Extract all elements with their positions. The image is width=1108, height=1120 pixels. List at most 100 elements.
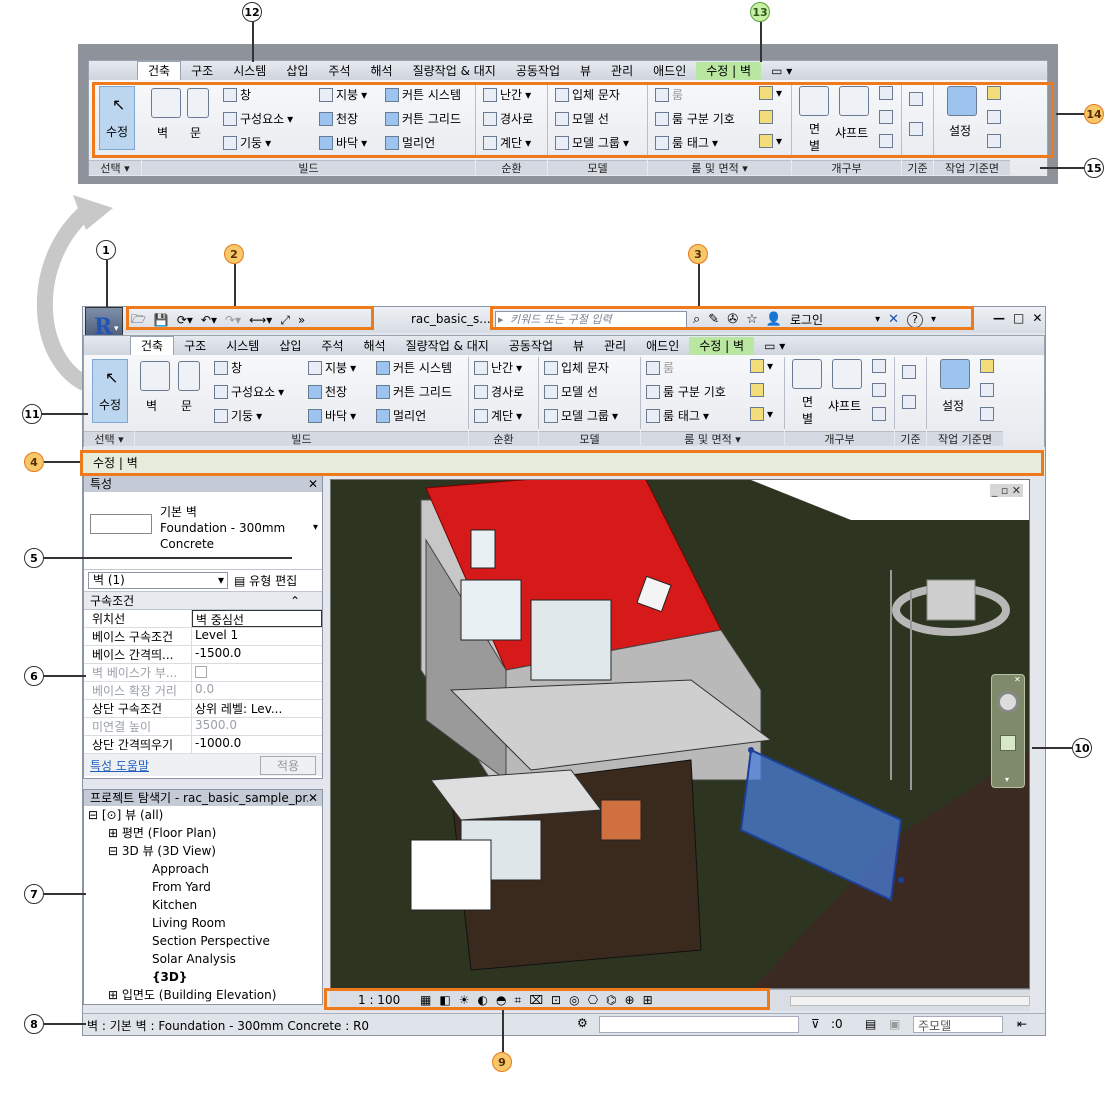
minimize-icon[interactable]: — [993, 311, 1005, 325]
ribbon-minimize-button-main[interactable]: ▭ ▾ [754, 337, 795, 355]
tree-node-floor-plan[interactable]: ⊞ 평면 (Floor Plan) [88, 824, 322, 842]
wall-icon-main[interactable] [140, 361, 170, 391]
tree-leaf[interactable]: From Yard [88, 878, 322, 896]
viewport-close-icon[interactable]: ✕ [1012, 484, 1021, 497]
by-face-icon-main[interactable] [792, 359, 822, 389]
tab-systems[interactable]: 시스템 [223, 62, 276, 80]
instance-selector[interactable]: 벽 (1) ▾ [88, 572, 228, 589]
tab-insert[interactable]: 삽입 [276, 62, 318, 80]
tree-leaf-current[interactable]: {3D} [88, 968, 322, 986]
editable-only-icon[interactable]: ▤ [865, 1017, 876, 1031]
prop-row[interactable]: 미연결 높이 3500.0 [84, 718, 322, 736]
floor-button-main[interactable]: 바닥 ▾ [308, 407, 356, 424]
panel-title-select[interactable]: 선택 ▾ [89, 160, 141, 175]
tab-view[interactable]: 뷰 [570, 62, 601, 80]
prop-row[interactable]: 베이스 간격띄... -1500.0 [84, 646, 322, 664]
tab-manage[interactable]: 관리 [601, 62, 643, 80]
viewport-restore-icon[interactable]: ▫ [1001, 484, 1008, 497]
tree-leaf[interactable]: Section Perspective [88, 932, 322, 950]
nav-close-icon[interactable]: ✕ [1014, 675, 1021, 684]
tab-massing[interactable]: 질량작업 & 대지 [403, 62, 506, 80]
main-model-label[interactable]: 주모델 [913, 1016, 1003, 1033]
wall-opening-button-main[interactable] [872, 359, 886, 373]
component-button-main[interactable]: 구성요소 ▾ [214, 383, 284, 400]
tab-analyze[interactable]: 해석 [361, 62, 403, 80]
tree-leaf[interactable]: Living Room [88, 914, 322, 932]
mullion-button-main[interactable]: 멀리언 [376, 407, 426, 424]
close-icon[interactable]: ✕ [1032, 311, 1042, 325]
tab-insert-main[interactable]: 삽입 [269, 337, 311, 355]
constraints-header[interactable]: 구속조건 ⌃ [84, 592, 322, 610]
zoom-region-icon[interactable] [1000, 735, 1016, 751]
vertical-opening-button-main[interactable] [872, 383, 886, 397]
maximize-icon[interactable]: □ [1013, 311, 1024, 325]
tab-analyze-main[interactable]: 해석 [354, 337, 396, 355]
prop-row[interactable]: 위치선 벽 중심선 [84, 610, 322, 628]
tree-leaf[interactable]: Solar Analysis [88, 950, 322, 968]
window-button-main[interactable]: 창 [214, 359, 242, 376]
tab-systems-main[interactable]: 시스템 [216, 337, 269, 355]
railing-button-main[interactable]: 난간 ▾ [474, 359, 522, 376]
model-line-button-main[interactable]: 모델 선 [544, 383, 598, 400]
prop-row[interactable]: 베이스 구속조건 Level 1 [84, 628, 322, 646]
modify-button-main[interactable]: ↖ 수정 [92, 359, 128, 423]
properties-help-link[interactable]: 특성 도움말 [90, 757, 149, 774]
shaft-icon-main[interactable] [832, 359, 862, 389]
tab-collaborate[interactable]: 공동작업 [506, 62, 570, 80]
tab-structure-main[interactable]: 구조 [174, 337, 216, 355]
ribbon-minimize-button[interactable]: ▭ ▾ [761, 62, 802, 80]
viewer-button-main[interactable] [980, 407, 994, 421]
properties-close-icon[interactable]: ✕ [308, 476, 318, 492]
design-option-field[interactable] [599, 1016, 799, 1033]
prop-checkbox[interactable] [195, 666, 207, 678]
tab-architecture[interactable]: 건축 [137, 61, 182, 80]
viewport-minimize-icon[interactable]: _ [992, 484, 998, 497]
drawing-area[interactable]: _ ▫ ✕ ✕ ▾ [330, 479, 1030, 989]
ramp-button-main[interactable]: 경사로 [474, 383, 524, 400]
level-button-main[interactable] [902, 365, 916, 379]
tab-modify-wall[interactable]: 수정 | 벽 [696, 61, 762, 80]
tree-node-elevation[interactable]: ⊞ 입면도 (Building Elevation) [88, 986, 322, 1004]
prop-row[interactable]: 상단 간격띄우기 -1000.0 [84, 736, 322, 754]
panel-title-room-area-main[interactable]: 룸 및 면적 ▾ [641, 431, 784, 446]
select-links-icon[interactable]: ▣ [889, 1017, 900, 1031]
tab-view-main[interactable]: 뷰 [563, 337, 594, 355]
area-tag-button-main[interactable]: ▾ [750, 407, 773, 421]
tab-collaborate-main[interactable]: 공동작업 [499, 337, 563, 355]
steering-wheel-icon[interactable] [997, 691, 1019, 713]
panel-title-select-main[interactable]: 선택 ▾ [84, 431, 134, 446]
model-text-button-main[interactable]: 입체 문자 [544, 359, 609, 376]
tree-leaf[interactable]: Kitchen [88, 896, 322, 914]
apply-button[interactable]: 적용 [259, 755, 316, 775]
tab-modify-wall-main[interactable]: 수정 | 벽 [689, 336, 755, 355]
stair-button-main[interactable]: 계단 ▾ [474, 407, 522, 424]
tab-massing-main[interactable]: 질량작업 & 대지 [396, 337, 499, 355]
tree-node-views[interactable]: ⊟ [⊙] 뷰 (all) [88, 806, 322, 824]
edit-type-button[interactable]: ▤ 유형 편집 [234, 572, 297, 589]
tab-manage-main[interactable]: 관리 [594, 337, 636, 355]
curtain-grid-button-main[interactable]: 커튼 그리드 [376, 383, 452, 400]
tab-structure[interactable]: 구조 [181, 62, 223, 80]
tree-leaf[interactable]: Approach [88, 860, 322, 878]
navigation-bar[interactable]: ✕ ▾ [991, 674, 1025, 788]
door-icon-main[interactable] [178, 361, 200, 391]
column-button-main[interactable]: 기둥 ▾ [214, 407, 262, 424]
prop-row[interactable]: 벽 베이스가 부... [84, 664, 322, 682]
tab-architecture-main[interactable]: 건축 [130, 336, 175, 355]
room-tag-button-main[interactable]: 룸 태그 ▾ [646, 407, 709, 424]
curtain-system-button-main[interactable]: 커튼 시스템 [376, 359, 452, 376]
nav-options-icon[interactable]: ▾ [1005, 775, 1009, 784]
area-boundary-button-main[interactable] [750, 383, 764, 397]
tab-annotate-main[interactable]: 주석 [311, 337, 353, 355]
grid-button-main[interactable] [902, 395, 916, 409]
prop-row[interactable]: 베이스 확장 거리 0.0 [84, 682, 322, 700]
tab-annotate[interactable]: 주석 [318, 62, 360, 80]
prop-row[interactable]: 상단 구속조건 상위 레벨: Lev... [84, 700, 322, 718]
area-button-main[interactable]: ▾ [750, 359, 773, 373]
ceiling-button-main[interactable]: 천장 [308, 383, 347, 400]
type-dropdown-icon[interactable]: ▾ [313, 522, 318, 533]
room-button-main[interactable]: 룸 [646, 359, 674, 376]
show-workplane-button-main[interactable] [980, 359, 994, 373]
drag-elements-icon[interactable]: ⇤ [1017, 1017, 1027, 1031]
roof-button-main[interactable]: 지붕 ▾ [308, 359, 356, 376]
